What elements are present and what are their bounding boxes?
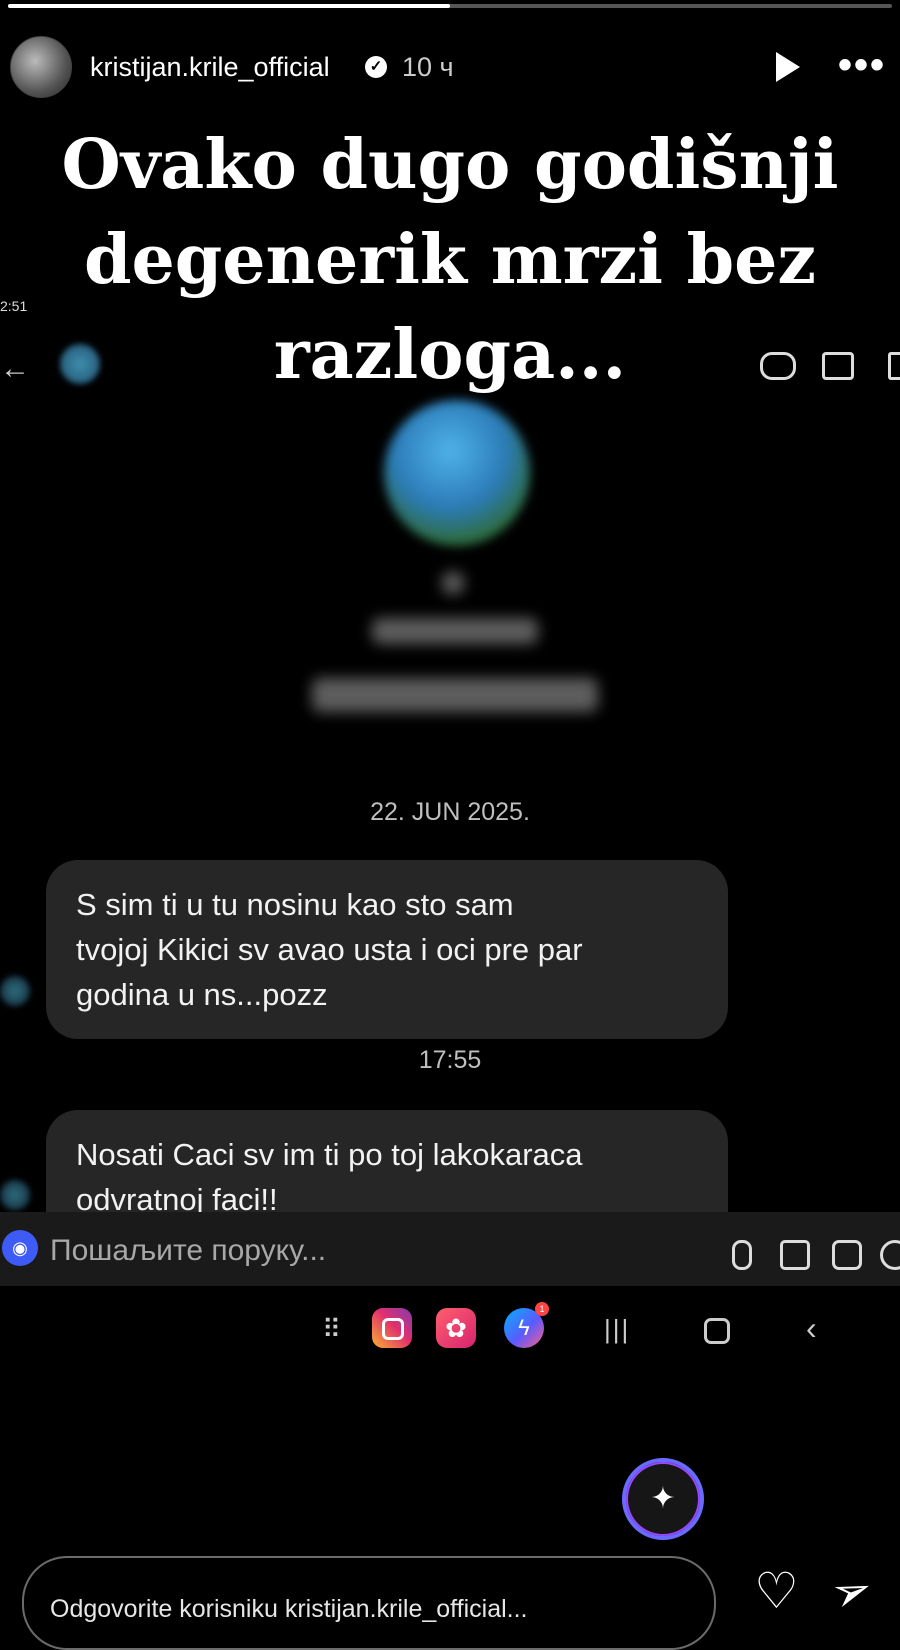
more-icon[interactable]: •••	[838, 45, 886, 85]
headline-line: Ovako dugo godišnji	[61, 125, 839, 205]
message-line: S sim ti u tu nosinu kao sto sam	[76, 887, 514, 922]
send-icon[interactable]: ➢	[824, 1560, 880, 1624]
sender-avatar	[0, 1180, 30, 1210]
gallery-icon	[780, 1240, 810, 1270]
instagram-camera-glyph	[382, 1318, 404, 1340]
play-icon[interactable]	[776, 52, 800, 82]
story-progress-fill	[8, 4, 450, 8]
message-line: Nosati Caci sv im ti po toj lakokaraca	[76, 1137, 583, 1172]
blurred-profile-button	[312, 678, 598, 712]
date-separator: 22. JUN 2025.	[370, 798, 530, 826]
inner-composer-placeholder: Пошаљите поруку...	[50, 1234, 327, 1267]
verified-badge-icon: ✓	[365, 56, 387, 78]
message-line: godina u ns...pozz	[76, 977, 328, 1012]
headline-line: razloga...	[273, 315, 627, 395]
recent-apps-icon: |||	[604, 1314, 631, 1344]
home-icon	[704, 1318, 730, 1344]
blurred-name	[442, 572, 464, 594]
thread-profile-avatar	[384, 400, 530, 546]
mic-icon	[732, 1240, 752, 1270]
nav-back-icon: ‹	[806, 1310, 817, 1346]
message-line: tvojoj Kikici sv avao usta i oci pre par	[76, 932, 583, 967]
flower-app-icon: ✿	[436, 1308, 476, 1348]
avatar[interactable]	[10, 36, 72, 98]
time-separator: 17:55	[418, 1046, 482, 1074]
story-headline: Ovako dugo godišnji degenerik mrzi bez r…	[0, 118, 900, 403]
notification-badge: 1	[535, 1302, 549, 1316]
sticker-icon	[832, 1240, 862, 1270]
message-bubble: S sim ti u tu nosinu kao sto sam tvojoj …	[46, 860, 728, 1039]
story-progress-bar	[8, 4, 892, 8]
headline-line: degenerik mrzi bez	[83, 220, 817, 300]
camera-icon: ◉	[2, 1230, 38, 1266]
sparkle-icon[interactable]: ✦	[622, 1458, 704, 1540]
app-drawer-icon: ⠿	[322, 1314, 342, 1344]
story-timestamp: 10 ч	[402, 52, 454, 82]
blurred-handle	[372, 618, 538, 644]
heart-icon[interactable]: ♡	[754, 1566, 799, 1616]
story-username[interactable]: kristijan.krile_official	[90, 52, 330, 83]
sender-avatar	[0, 976, 30, 1006]
